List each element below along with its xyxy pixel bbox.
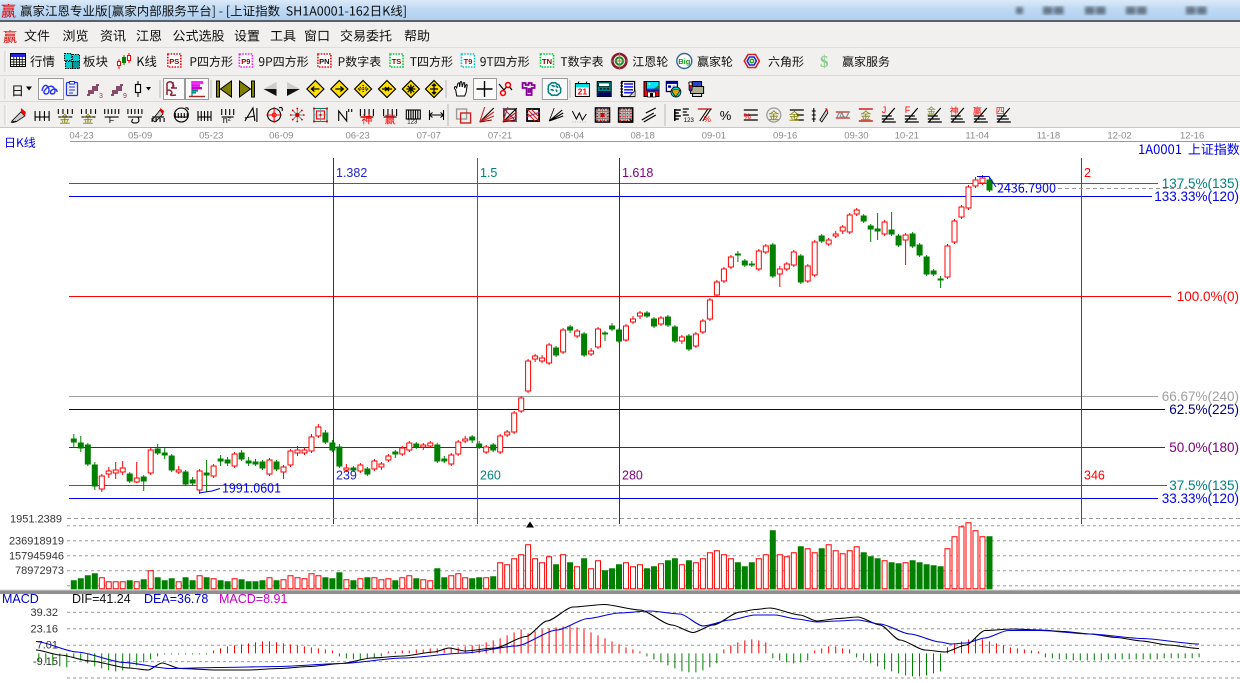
svg-text:100.0%(0): 100.0%(0) [1177,289,1239,304]
svg-text:A: A [839,111,845,121]
svg-text:J: J [882,105,887,115]
svg-text:n²: n² [223,115,231,125]
svg-text:%: % [704,115,711,124]
svg-text:%: % [744,112,751,121]
svg-text:12-16: 12-16 [1180,131,1204,142]
svg-text:62.5%(225): 62.5%(225) [1169,402,1239,417]
svg-text:50.0%(180): 50.0%(180) [1169,440,1239,455]
svg-text:06-09: 06-09 [269,131,293,142]
svg-text:$: $ [820,52,829,71]
svg-text:1.618: 1.618 [622,166,653,180]
svg-text:05-23: 05-23 [199,131,223,142]
svg-text:04-23: 04-23 [69,131,93,142]
svg-text:1.382: 1.382 [336,166,367,180]
svg-text:3: 3 [99,93,103,100]
svg-text:Big: Big [678,57,691,66]
svg-text:280: 280 [622,469,643,483]
svg-text:33.33%(120): 33.33%(120) [1162,491,1239,506]
svg-text:MACD=8.91: MACD=8.91 [219,592,287,606]
svg-text:39.32: 39.32 [30,607,58,619]
svg-text:F: F [905,105,911,115]
svg-text:06-23: 06-23 [345,131,369,142]
svg-text:78972973: 78972973 [15,565,64,577]
svg-text:123: 123 [684,118,695,124]
svg-text:08-18: 08-18 [630,131,654,142]
svg-text:23.16: 23.16 [30,623,58,635]
svg-text:157945946: 157945946 [9,550,64,562]
svg-text:10-21: 10-21 [895,131,919,142]
svg-text:F: F [109,115,115,125]
svg-text:236918919: 236918919 [9,535,64,547]
svg-text:09-30: 09-30 [844,131,868,142]
svg-text:MACD: MACD [2,592,39,606]
svg-text:%: % [720,108,732,123]
svg-text:2: 2 [1084,166,1091,180]
svg-text:09-01: 09-01 [702,131,726,142]
svg-text:DEA=36.78: DEA=36.78 [144,592,208,606]
svg-text:07-07: 07-07 [417,131,441,142]
svg-text:9: 9 [123,93,127,100]
svg-text:07-21: 07-21 [488,131,512,142]
svg-text:11-04: 11-04 [965,131,989,142]
svg-text:11-18: 11-18 [1037,131,1061,142]
svg-text:133.33%(120): 133.33%(120) [1154,189,1239,204]
svg-text:TN: TN [542,57,552,66]
svg-text:P9: P9 [241,57,250,66]
svg-text:09-16: 09-16 [773,131,797,142]
svg-text:PS: PS [169,57,179,66]
svg-text:346: 346 [1084,469,1105,483]
svg-text:260: 260 [480,469,501,483]
svg-text:1.5: 1.5 [480,166,497,180]
svg-text:12-02: 12-02 [1107,131,1131,142]
svg-text:T9: T9 [464,57,473,66]
svg-text:1951.2389: 1951.2389 [10,514,62,526]
svg-text:PN: PN [319,57,329,66]
svg-text:TS: TS [392,57,402,66]
svg-text:08-04: 08-04 [560,131,584,142]
svg-text:21: 21 [578,87,588,97]
svg-text:DIF=41.24: DIF=41.24 [72,592,131,606]
svg-text:05-09: 05-09 [128,131,152,142]
svg-text:123: 123 [407,120,418,126]
